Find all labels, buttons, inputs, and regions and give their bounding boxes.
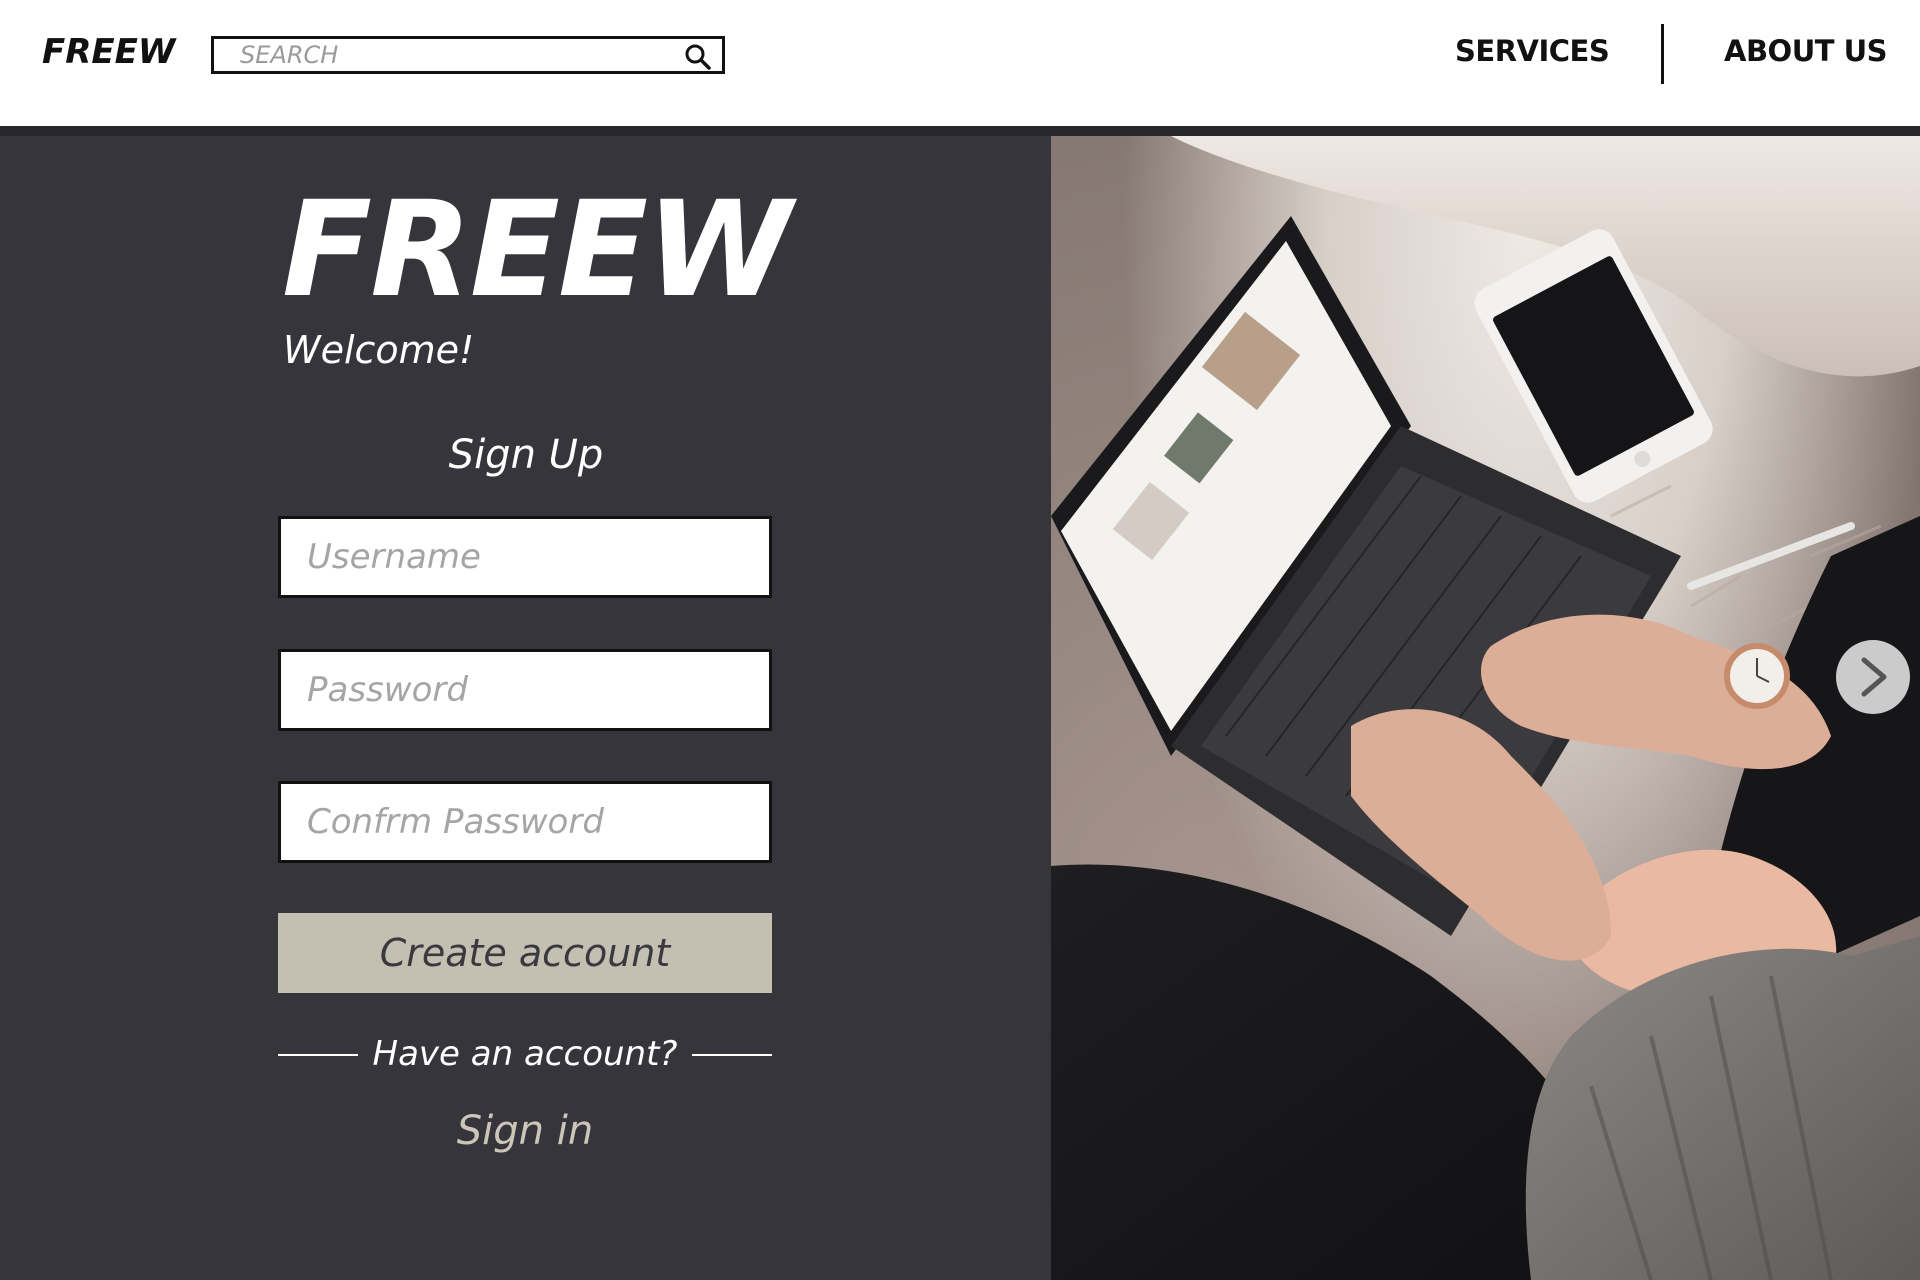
brand-title: FREEW [282,173,792,327]
username-field-box [278,516,772,598]
next-slide-button[interactable] [1836,640,1910,714]
signup-heading: Sign Up [448,432,604,478]
username-input[interactable] [281,519,769,595]
search-input[interactable] [240,39,680,71]
chevron-right-icon [1861,657,1887,697]
nav-about-us[interactable]: ABOUT US [1724,34,1888,68]
search-box[interactable] [211,36,725,74]
password-field-box [278,649,772,731]
divider-line-right [692,1054,772,1056]
laptop-photo-illustration [1051,136,1920,1280]
create-account-button[interactable]: Create account [278,913,772,993]
header-logo[interactable]: FREEW [42,32,175,72]
hero-photo [1051,136,1920,1280]
password-input[interactable] [281,652,769,728]
confirm-password-field-box [278,781,772,863]
search-icon[interactable] [684,43,712,71]
have-account-text: Have an account? [372,1034,678,1074]
confirm-password-input[interactable] [281,784,769,860]
welcome-text: Welcome! [283,328,475,372]
top-header: FREEW SERVICES ABOUT US [0,0,1920,136]
nav-services[interactable]: SERVICES [1455,34,1610,68]
sign-in-link[interactable]: Sign in [278,1108,772,1154]
nav-divider [1661,24,1664,84]
divider-line-left [278,1054,358,1056]
